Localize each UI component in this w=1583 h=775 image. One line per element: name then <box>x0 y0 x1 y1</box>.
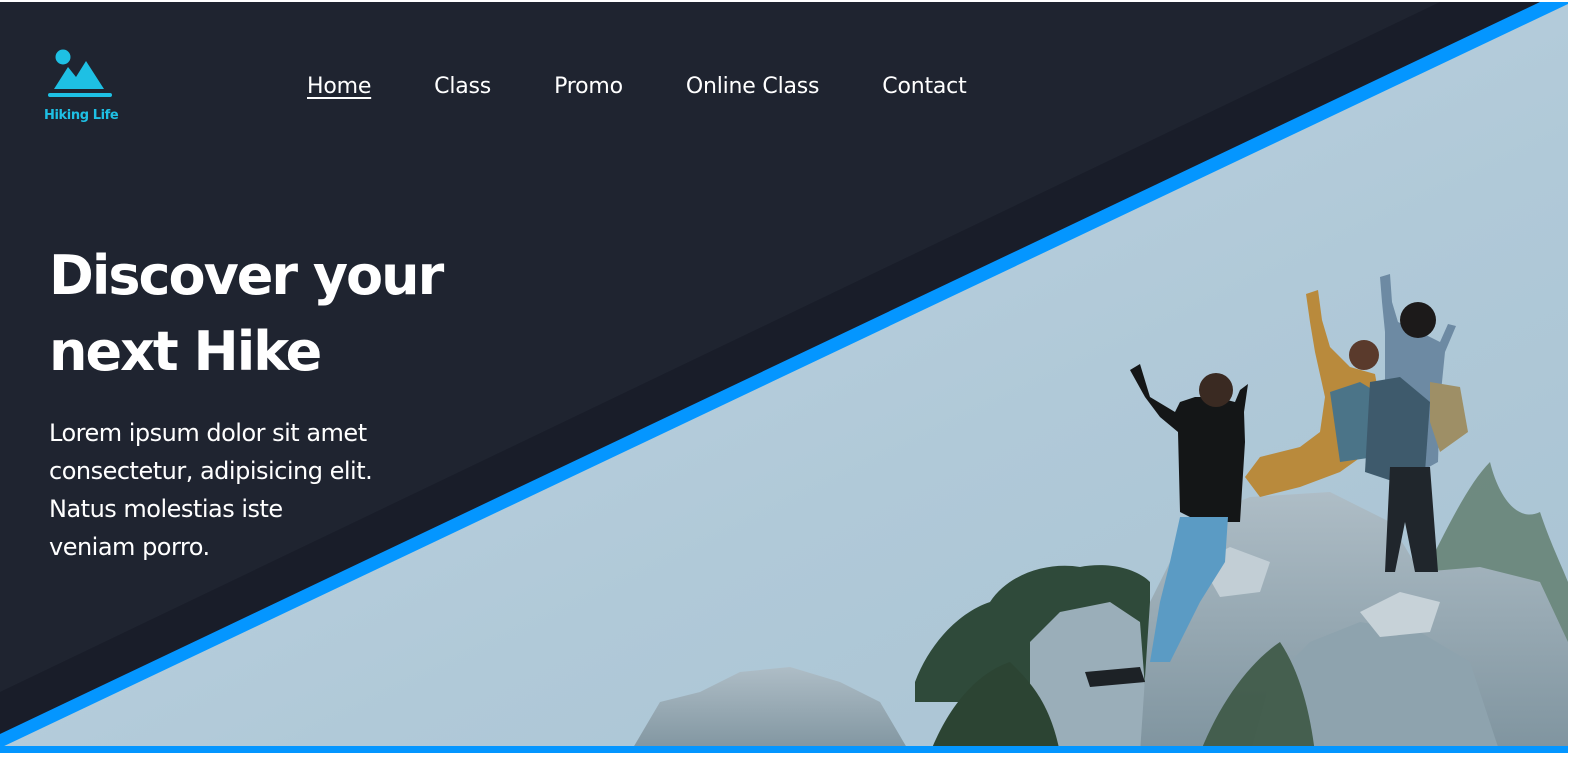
brand-logo[interactable]: Hiking Life <box>44 49 119 127</box>
hero-description-line-2: consectetur, adipisicing elit. <box>49 457 373 485</box>
hero-description-line-4: veniam porro. <box>49 533 210 561</box>
hero-description-line-3: Natus molestias iste <box>49 495 283 523</box>
hero-title-line-2: next Hike <box>49 320 322 383</box>
hero-section: Hiking Life Home Class Promo Online Clas… <box>0 2 1568 753</box>
hero-description-line-1: Lorem ipsum dolor sit amet <box>49 419 367 447</box>
hero-title-line-1: Discover your <box>49 244 444 307</box>
main-nav: Home Class Promo Online Class Contact <box>307 72 1030 100</box>
nav-item-online-class[interactable]: Online Class <box>686 74 820 99</box>
nav-item-class[interactable]: Class <box>434 74 491 99</box>
nav-item-promo[interactable]: Promo <box>554 74 623 99</box>
hero-title: Discover your next Hike <box>49 238 469 390</box>
nav-item-contact[interactable]: Contact <box>882 74 966 99</box>
mountain-sun-icon <box>46 49 114 101</box>
brand-name: Hiking Life <box>44 108 119 123</box>
bottom-accent-bar <box>0 746 1568 753</box>
nav-item-home[interactable]: Home <box>307 74 371 99</box>
hero-description: Lorem ipsum dolor sit amet consectetur, … <box>49 414 419 566</box>
